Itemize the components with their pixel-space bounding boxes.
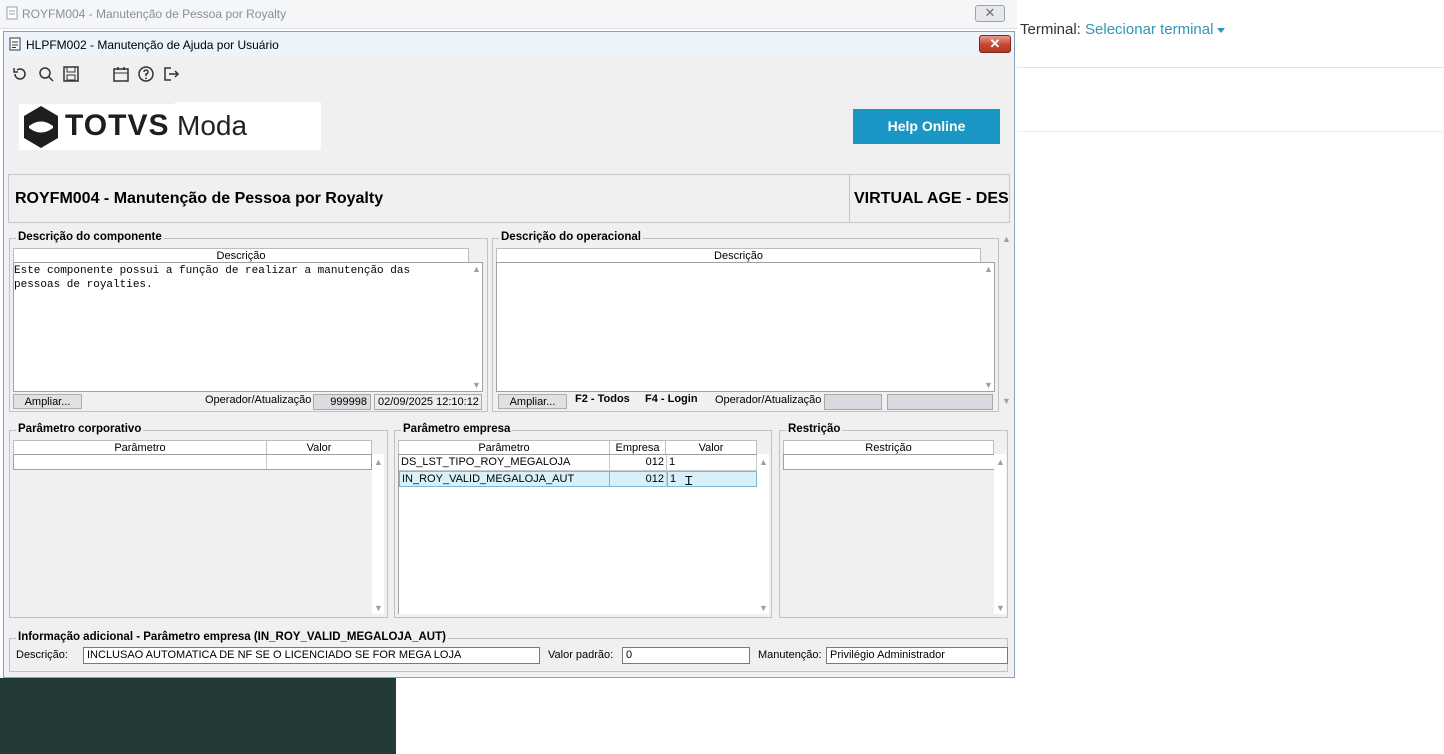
scroll-up-icon[interactable]: ▲ (759, 457, 768, 467)
operator-field (824, 394, 882, 410)
column-header-parameter[interactable]: Parâmetro (13, 440, 267, 454)
operator-label: Operador/Atualização (715, 394, 822, 406)
group-legend: Descrição do componente (16, 231, 164, 243)
column-header[interactable]: Descrição (496, 248, 981, 262)
group-legend: Parâmetro empresa (401, 423, 513, 435)
scroll-up-icon[interactable]: ▲ (984, 264, 993, 274)
exit-icon[interactable] (162, 65, 180, 83)
text-cursor-icon: Ꮖ (685, 474, 693, 488)
help-online-button[interactable]: Help Online (853, 109, 1000, 144)
totvs-logo-icon (24, 106, 58, 148)
cell-parameter: IN_ROY_VALID_MEGALOJA_AUT (399, 471, 610, 487)
document-icon (9, 37, 21, 51)
scroll-down-icon[interactable]: ▼ (759, 603, 768, 613)
vertical-scrollbar[interactable]: ▲ ▼ (982, 263, 994, 391)
component-description-text[interactable]: Este componente possui a função de reali… (13, 262, 483, 392)
column-header-value[interactable]: Valor (266, 440, 372, 454)
update-field (887, 394, 993, 410)
scroll-up-icon[interactable]: ▲ (996, 457, 1005, 467)
shortcut-all: F2 - Todos (575, 393, 630, 405)
description-line: Este componente possui a função de reali… (14, 265, 411, 277)
vertical-scrollbar[interactable]: ▲ ▼ (470, 263, 482, 391)
caret-down-icon (1217, 27, 1226, 33)
component-header: ROYFM004 - Manutenção de Pessoa por Roya… (8, 174, 850, 223)
group-scrollbar[interactable]: ▲ ▼ (1000, 234, 1012, 406)
maintenance-field[interactable]: Privilégio Administrador (826, 647, 1008, 664)
restriction-group: Restrição Restrição ▲ ▼ (779, 423, 1008, 618)
vertical-scrollbar[interactable]: ▲ ▼ (757, 454, 769, 614)
company-parameter-table: DS_LST_TIPO_ROY_MEGALOJA 012 1 IN_ROY_VA… (398, 454, 757, 614)
description-field[interactable]: INCLUSAO AUTOMATICA DE NF SE O LICENCIAD… (83, 647, 540, 664)
undo-icon[interactable] (11, 65, 29, 83)
terminal-link[interactable]: Selecionar terminal (1085, 21, 1213, 38)
table-row[interactable] (783, 454, 995, 470)
scroll-down-icon[interactable]: ▼ (472, 380, 481, 390)
scroll-up-icon[interactable]: ▲ (374, 457, 383, 467)
column-header[interactable]: Descrição (13, 248, 469, 262)
vertical-scrollbar[interactable]: ▲ ▼ (372, 454, 384, 614)
corporate-parameter-group: Parâmetro corporativo Parâmetro Valor ▲ … (9, 423, 388, 618)
group-legend: Parâmetro corporativo (16, 423, 144, 435)
back-window-close-button[interactable]: ✕ (975, 5, 1005, 22)
operator-field: 999998 (313, 394, 371, 410)
company-parameter-group: Parâmetro empresa Parâmetro Empresa Valo… (394, 423, 772, 618)
description-line: pessoas de royalties. (14, 279, 153, 291)
scroll-down-icon[interactable]: ▼ (374, 603, 383, 613)
column-header-company[interactable]: Empresa (609, 440, 666, 454)
vertical-scrollbar[interactable]: ▲ ▼ (994, 454, 1006, 614)
operational-description-group: Descrição do operacional Descrição ▲ ▼ A… (492, 231, 999, 412)
scroll-up-icon[interactable]: ▲ (472, 264, 481, 274)
group-legend: Informação adicional - Parâmetro empresa… (16, 631, 448, 643)
help-icon[interactable] (137, 65, 155, 83)
scroll-down-icon[interactable]: ▼ (996, 603, 1005, 613)
brand-name: TOTVS (65, 109, 170, 142)
component-description-group: Descrição do componente Descrição Este c… (9, 231, 488, 412)
group-legend: Descrição do operacional (499, 231, 643, 243)
cell-company: 012 (610, 455, 667, 471)
cell-value[interactable]: 1 (667, 471, 757, 487)
default-value-field[interactable]: 0 (622, 647, 750, 664)
group-legend: Restrição (786, 423, 843, 435)
title-bar[interactable]: HLPFM002 - Manutenção de Ajuda por Usuár… (4, 32, 1014, 56)
expand-button[interactable]: Ampliar... (13, 394, 82, 409)
search-icon[interactable] (37, 65, 55, 83)
maintenance-label: Manutenção: (758, 649, 822, 661)
additional-info-group: Informação adicional - Parâmetro empresa… (9, 631, 1008, 672)
background-panel (0, 678, 396, 754)
operational-description-text[interactable]: ▲ ▼ (496, 262, 995, 392)
scroll-down-icon[interactable]: ▼ (1002, 396, 1011, 406)
calendar-icon[interactable] (112, 65, 130, 83)
shortcut-login: F4 - Login (645, 393, 698, 405)
environment-name: VIRTUAL AGE - DES (854, 190, 1009, 207)
cell-company: 012 (610, 471, 667, 487)
update-field: 02/09/2025 12:10:12 (374, 394, 482, 410)
default-value-label: Valor padrão: (548, 649, 614, 661)
cell-parameter: DS_LST_TIPO_ROY_MEGALOJA (399, 455, 610, 471)
environment-header: VIRTUAL AGE - DES (849, 174, 1010, 223)
scroll-up-icon[interactable]: ▲ (1002, 234, 1011, 244)
brand-product: Moda (177, 110, 248, 141)
description-label: Descrição: (16, 649, 68, 661)
component-title: ROYFM004 - Manutenção de Pessoa por Roya… (15, 190, 384, 207)
column-header-restriction[interactable]: Restrição (783, 440, 994, 454)
cell-value: 1 (667, 455, 757, 471)
operator-label: Operador/Atualização (205, 394, 312, 406)
document-icon (6, 6, 18, 20)
window-client: TOTVS Moda Help Online ROYFM004 - Manute… (7, 56, 1012, 675)
back-window[interactable]: ROYFM004 - Manutenção de Pessoa por Roya… (0, 0, 1017, 29)
terminal-label: Terminal: (1020, 21, 1081, 38)
column-header-value[interactable]: Valor (665, 440, 757, 454)
divider (1017, 67, 1444, 68)
help-window: HLPFM002 - Manutenção de Ajuda por Usuár… (3, 31, 1015, 678)
divider (1017, 131, 1444, 132)
close-button[interactable]: ✕ (979, 35, 1011, 53)
scroll-down-icon[interactable]: ▼ (984, 380, 993, 390)
expand-button[interactable]: Ampliar... (498, 394, 567, 409)
column-header-parameter[interactable]: Parâmetro (398, 440, 610, 454)
table-row[interactable] (13, 454, 372, 470)
window-title: HLPFM002 - Manutenção de Ajuda por Usuár… (26, 38, 279, 52)
terminal-selector[interactable]: Terminal: Selecionar terminal (1020, 21, 1226, 38)
back-window-title: ROYFM004 - Manutenção de Pessoa por Roya… (22, 7, 287, 21)
save-icon[interactable] (62, 65, 80, 83)
